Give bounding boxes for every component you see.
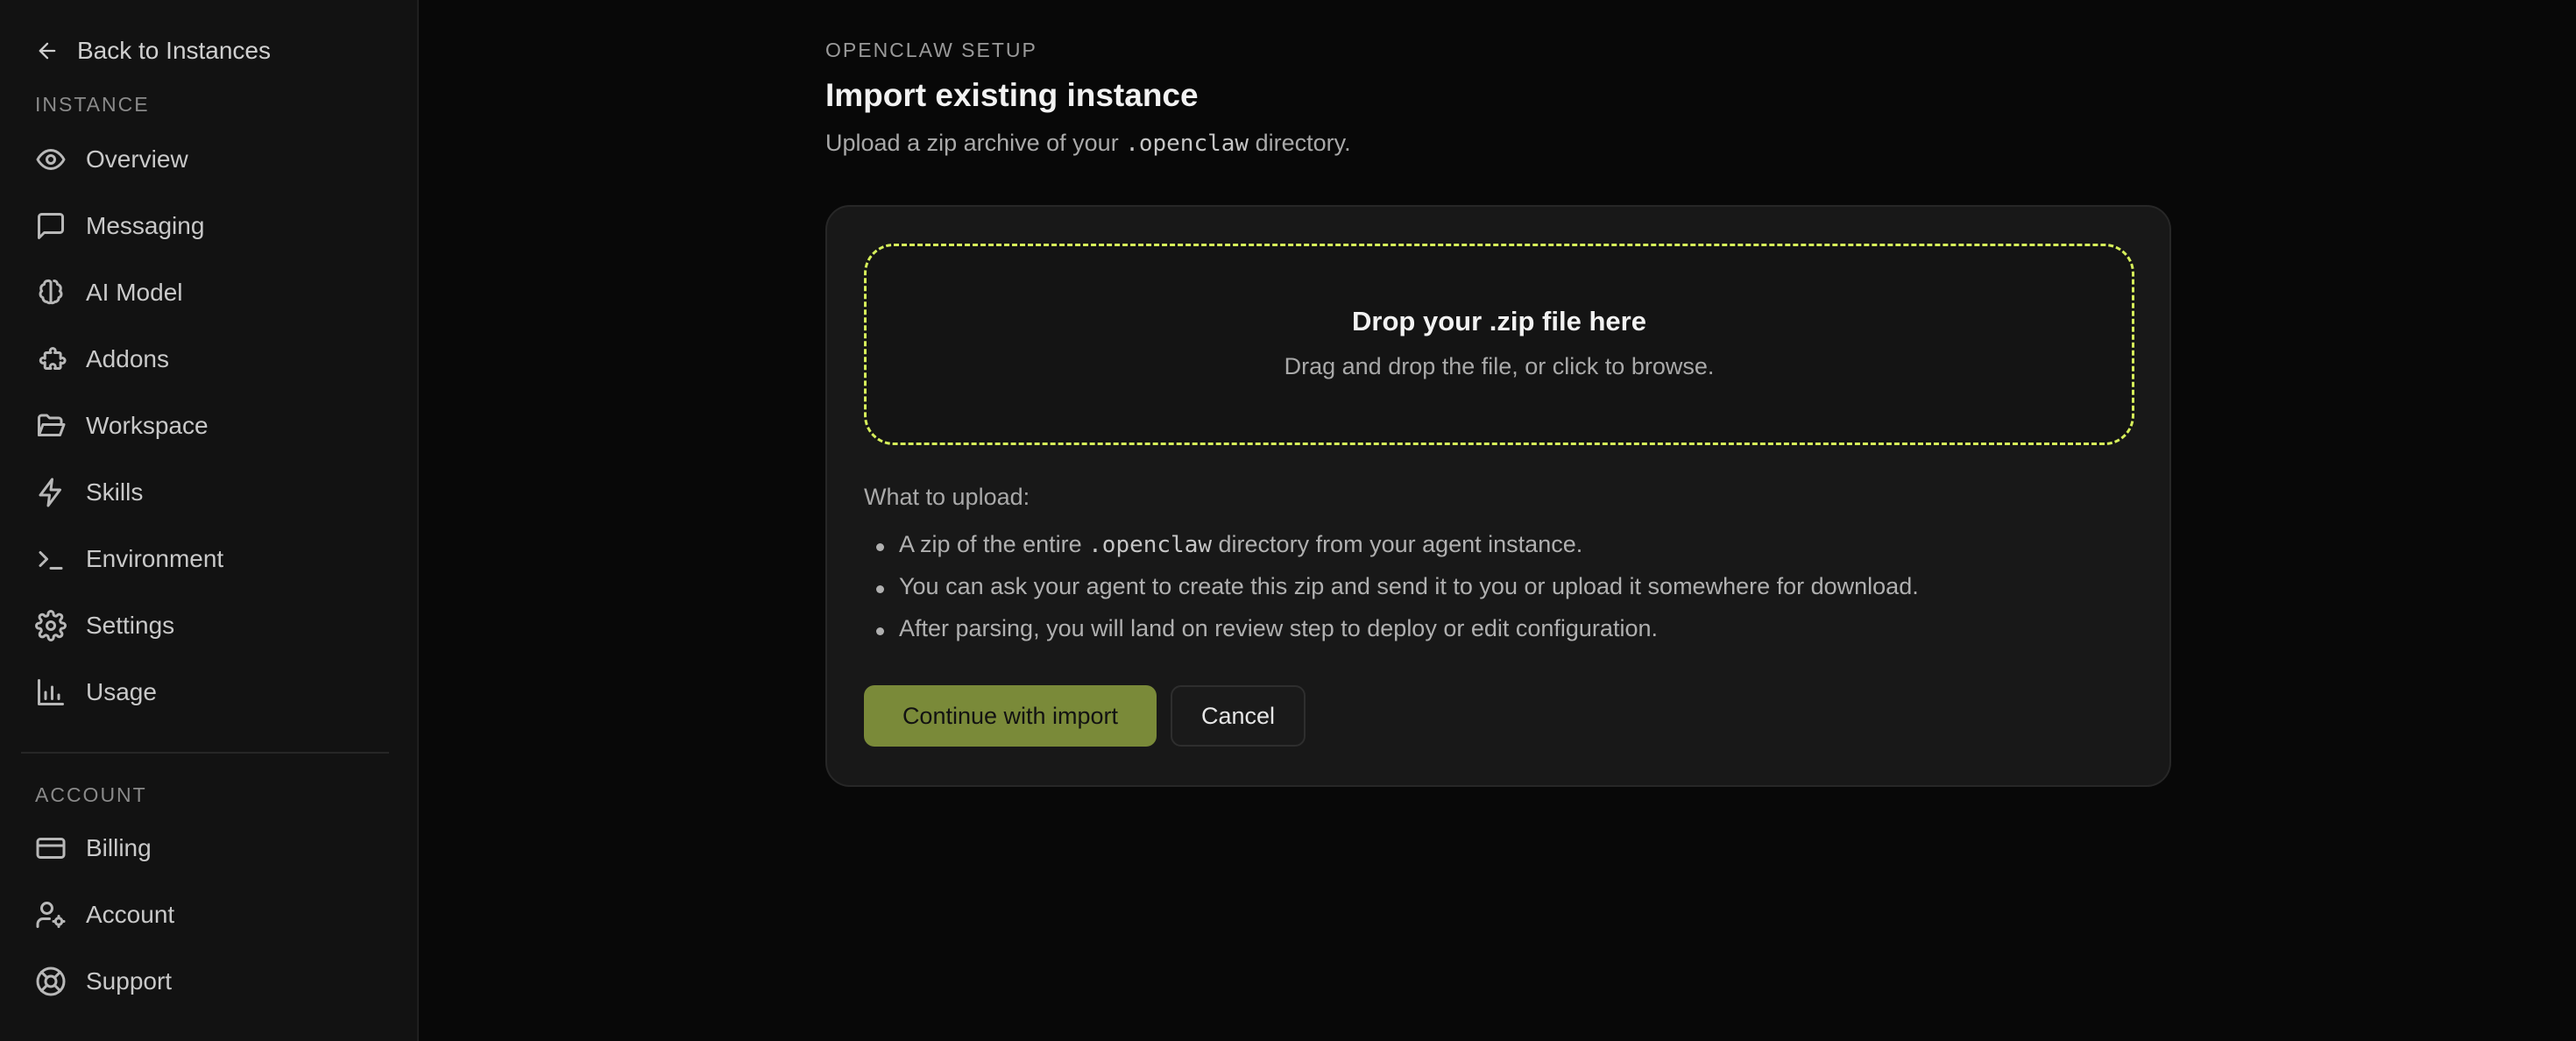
message-square-icon <box>38 213 64 239</box>
terminal-icon <box>39 551 63 570</box>
sidebar-item-skills[interactable]: Skills <box>35 471 143 514</box>
sidebar-item-settings[interactable]: Settings <box>35 604 174 648</box>
sidebar-item-label: Workspace <box>86 412 209 439</box>
sidebar-item-label: Addons <box>86 345 169 372</box>
sidebar-item-overview[interactable]: Overview <box>35 138 188 181</box>
sidebar-item-ai-model[interactable]: AI Model <box>35 271 183 315</box>
import-card: Drop your .zip file here Drag and drop t… <box>825 205 2171 787</box>
account-section-label: ACCOUNT <box>35 783 147 806</box>
sidebar-item-environment[interactable]: Environment <box>35 537 223 581</box>
sidebar-item-label: Billing <box>86 834 152 861</box>
app-root: Back to Instances INSTANCE Overview Mess… <box>0 0 2576 1041</box>
instance-section-label: INSTANCE <box>35 93 150 116</box>
page-title: Import existing instance <box>825 77 1199 113</box>
bullet-text-post: directory from your agent instance. <box>1212 531 1583 557</box>
continue-with-import-button[interactable]: Continue with import <box>864 685 1157 747</box>
sidebar-item-billing[interactable]: Billing <box>35 826 152 870</box>
sidebar-item-messaging[interactable]: Messaging <box>35 204 204 248</box>
dropzone-title: Drop your .zip file here <box>1352 306 1646 336</box>
bullet-text-pre: A zip of the entire <box>899 531 1089 557</box>
sidebar-item-support[interactable]: Support <box>35 960 172 1003</box>
page-kicker: OPENCLAW SETUP <box>825 39 1037 61</box>
sidebar-item-label: Settings <box>86 612 175 639</box>
back-link-label: Back to Instances <box>77 37 272 64</box>
puzzle-icon <box>39 347 67 370</box>
sidebar-divider <box>21 752 389 754</box>
upload-instructions-heading: What to upload: <box>864 484 1030 510</box>
list-item: A zip of the entire .openclaw directory … <box>864 531 1919 573</box>
sidebar-item-label: Overview <box>86 145 188 173</box>
sidebar-item-usage[interactable]: Usage <box>35 670 157 714</box>
arrow-left-icon <box>39 42 56 60</box>
gear-icon <box>35 610 67 641</box>
sidebar-item-label: Messaging <box>86 212 205 239</box>
subtitle-text-post: directory. <box>1249 130 1351 156</box>
sidebar-item-label: Account <box>86 901 175 928</box>
sidebar-item-label: Environment <box>86 545 224 572</box>
back-to-instances-link[interactable]: Back to Instances <box>35 32 271 70</box>
life-buoy-icon <box>36 967 66 996</box>
bullet-code: .openclaw <box>1088 532 1213 558</box>
bar-chart-icon <box>38 679 64 705</box>
sidebar-item-addons[interactable]: Addons <box>35 337 169 381</box>
credit-card-icon <box>36 838 66 859</box>
lightning-icon <box>39 478 61 507</box>
cancel-button[interactable]: Cancel <box>1171 685 1306 747</box>
dropzone-subtitle: Drag and drop the file, or click to brow… <box>1284 353 1715 379</box>
upload-instructions-list: A zip of the entire .openclaw directory … <box>864 531 1919 657</box>
brain-icon <box>39 279 63 305</box>
list-item: You can ask your agent to create this zi… <box>864 573 1919 615</box>
user-cog-icon <box>36 902 66 928</box>
page-subtitle: Upload a zip archive of your .openclaw d… <box>825 130 1351 157</box>
eye-icon <box>36 149 66 170</box>
zip-dropzone[interactable]: Drop your .zip file here Drag and drop t… <box>864 244 2134 445</box>
subtitle-text-pre: Upload a zip archive of your <box>825 130 1126 156</box>
sidebar-item-label: Support <box>86 967 173 995</box>
sidebar-item-label: Usage <box>86 678 157 705</box>
sidebar-item-label: AI Model <box>86 279 183 306</box>
subtitle-code: .openclaw <box>1125 131 1249 157</box>
folder-open-icon <box>38 414 66 436</box>
sidebar-item-workspace[interactable]: Workspace <box>35 404 209 448</box>
sidebar-item-account[interactable]: Account <box>35 893 174 937</box>
sidebar: Back to Instances INSTANCE Overview Mess… <box>0 0 419 1041</box>
sidebar-item-label: Skills <box>86 478 144 506</box>
list-item: After parsing, you will land on review s… <box>864 615 1919 657</box>
